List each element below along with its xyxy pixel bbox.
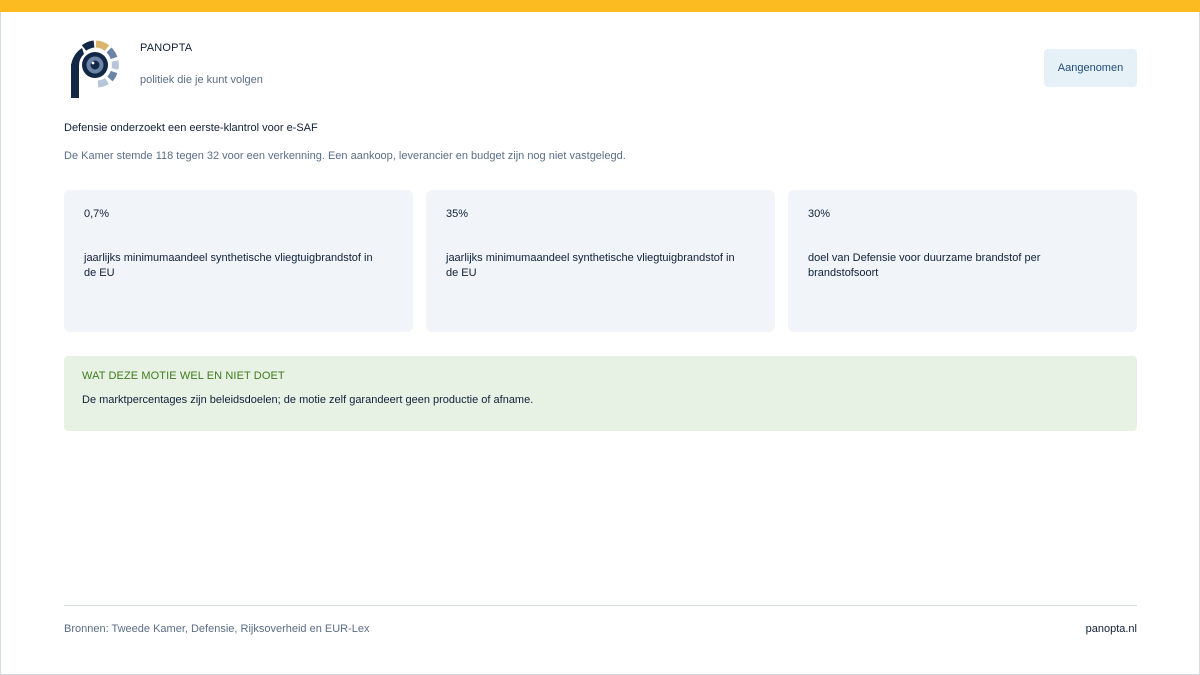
top-accent-bar — [0, 0, 1200, 12]
stat-card: 0,7% jaarlijks minimumaandeel synthetisc… — [64, 190, 413, 332]
page-title: Defensie onderzoekt een eerste-klantrol … — [64, 122, 318, 134]
note-title: WAT DEZE MOTIE WEL EN NIET DOET — [82, 370, 285, 382]
stat-card: 35% jaarlijks minimumaandeel synthetisch… — [426, 190, 775, 332]
footer-divider — [64, 605, 1137, 606]
stat-label: jaarlijks minimumaandeel synthetische vl… — [84, 252, 373, 279]
brand-tagline: politiek die je kunt volgen — [140, 74, 263, 86]
site-link[interactable]: panopta.nl — [1086, 623, 1137, 635]
status-badge: Aangenomen — [1044, 49, 1137, 87]
stat-value: 0,7% — [84, 208, 110, 220]
motion-scope-note: WAT DEZE MOTIE WEL EN NIET DOET De markt… — [64, 356, 1137, 431]
page-frame — [0, 0, 1200, 675]
panopta-eye-logo-icon — [68, 40, 122, 100]
brand-name: PANOPTA — [140, 42, 193, 54]
stat-value: 35% — [446, 208, 469, 220]
stat-label: doel van Defensie voor duurzame brandsto… — [808, 252, 1041, 279]
footer-sources: Bronnen: Tweede Kamer, Defensie, Rijksov… — [64, 623, 370, 635]
stat-value: 30% — [808, 208, 831, 220]
status-badge-label: Aangenomen — [1057, 62, 1124, 74]
stat-label: jaarlijks minimumaandeel synthetische vl… — [446, 252, 735, 279]
stat-card: 30% doel van Defensie voor duurzame bran… — [788, 190, 1137, 332]
page-subtitle: De Kamer stemde 118 tegen 32 voor een ve… — [64, 150, 626, 162]
note-text: De marktpercentages zijn beleidsdoelen; … — [82, 394, 534, 406]
